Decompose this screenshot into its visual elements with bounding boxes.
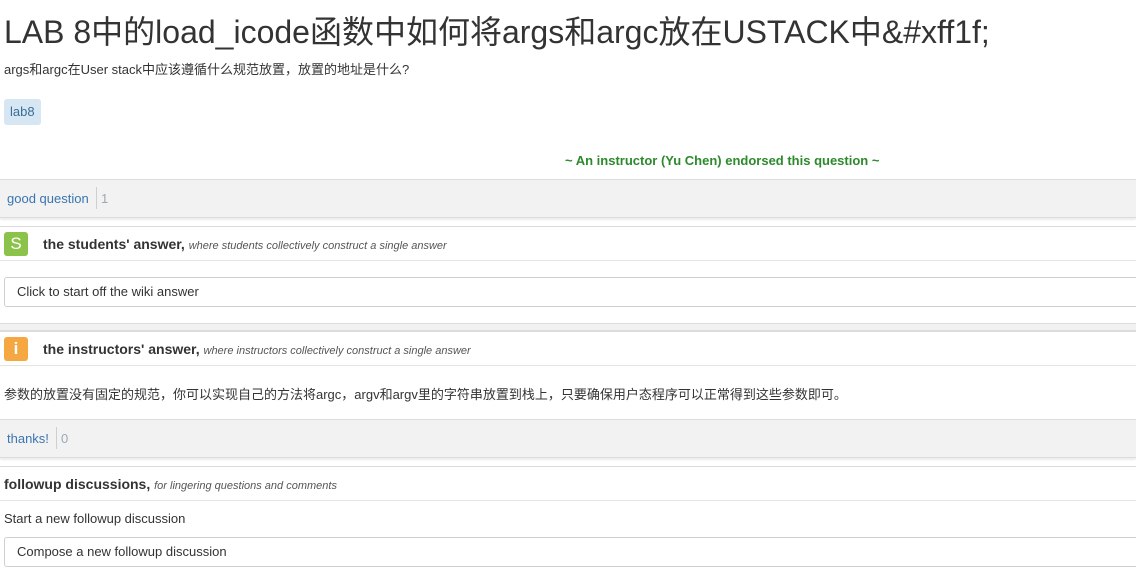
endorsement-note: ~ An instructor (Yu Chen) endorsed this … [565, 153, 880, 168]
instructors-answer-label: the instructors' answer, [43, 341, 200, 357]
divider [96, 187, 97, 209]
students-answer-header: S the students' answer, where students c… [0, 226, 1136, 261]
good-question-button[interactable]: good question [7, 191, 89, 206]
instructors-badge-icon: i [4, 337, 28, 361]
followup-title: followup discussions, for lingering ques… [4, 476, 337, 492]
compose-followup-input[interactable]: Compose a new followup discussion [4, 537, 1136, 567]
instructors-answer-header: i the instructors' answer, where instruc… [0, 331, 1136, 366]
instructors-answer-body: 参数的放置没有固定的规范，你可以实现自己的方法将argc，argv和argv里的… [4, 387, 847, 402]
wiki-answer-input[interactable]: Click to start off the wiki answer [4, 277, 1136, 307]
followup-label: followup discussions, [4, 476, 151, 492]
section-divider-bar [0, 323, 1136, 331]
students-answer-label: the students' answer, [43, 236, 185, 252]
students-answer-title: the students' answer, where students col… [43, 236, 447, 252]
question-body: args和argc在User stack中应该遵循什么规范放置，放置的地址是什么… [4, 62, 410, 77]
start-followup-label: Start a new followup discussion [4, 511, 186, 526]
followup-subtitle: for lingering questions and comments [154, 480, 337, 492]
instructors-answer-subtitle: where instructors collectively construct… [203, 345, 471, 357]
thanks-count: 0 [61, 431, 69, 446]
divider [56, 427, 57, 449]
answer-actions-bar: thanks! 0 [0, 419, 1136, 458]
question-actions-bar: good question 1 [0, 179, 1136, 218]
question-title: LAB 8中的load_icode函数中如何将args和argc放在USTACK… [4, 14, 990, 50]
followup-header: followup discussions, for lingering ques… [0, 466, 1136, 501]
instructors-answer-title: the instructors' answer, where instructo… [43, 341, 471, 357]
students-badge-icon: S [4, 232, 28, 256]
students-answer-subtitle: where students collectively construct a … [188, 240, 447, 252]
good-question-count: 1 [101, 191, 109, 206]
thanks-button[interactable]: thanks! [7, 431, 49, 446]
tag-lab8[interactable]: lab8 [4, 99, 41, 125]
